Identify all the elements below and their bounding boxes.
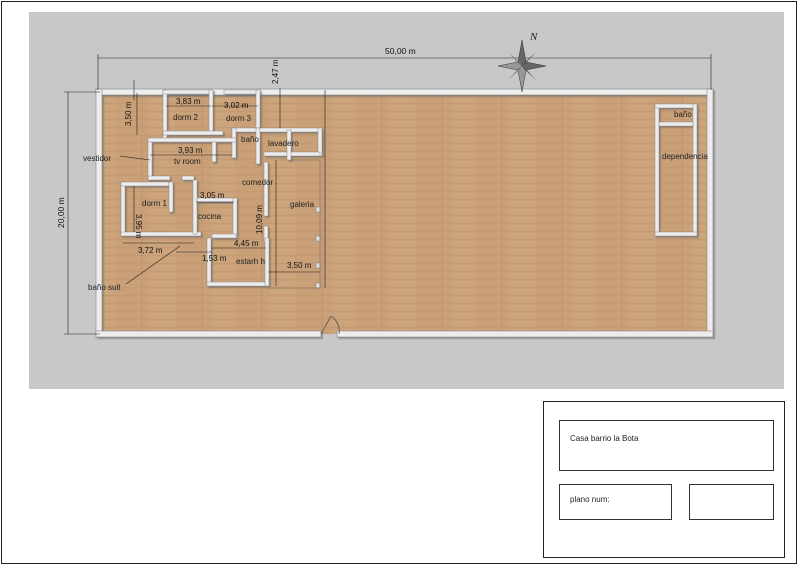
dim-393: 3,93 m (178, 146, 203, 155)
room-comedor: comedor (242, 178, 273, 187)
dim-1009: 10,09 m (255, 205, 264, 234)
title-block: Casa barrio la Bota plano num: (543, 401, 785, 558)
north-label: N (529, 31, 538, 43)
dim-445: 4,45 m (234, 239, 259, 248)
dim-383: 3,83 m (176, 97, 201, 106)
plano-num-label: plano num: (570, 495, 610, 504)
room-dorm-2: dorm 2 (173, 113, 198, 122)
room-dependencia: dependencia (662, 152, 708, 161)
room-estar: estarh h (236, 257, 265, 266)
room-cocina: cocina (198, 212, 222, 221)
room-bano: baño (241, 135, 259, 144)
room-bano-dependencia: baño (674, 110, 692, 119)
blank-box (689, 484, 774, 520)
dim-247: 2,47 m (271, 59, 280, 84)
room-bano-suit: baño suit (88, 283, 121, 292)
room-dorm-1: dorm 1 (142, 199, 167, 208)
project-title: Casa barrio la Bota (570, 434, 639, 443)
dim-350-horizontal: 3,50 m (287, 261, 312, 270)
dim-302: 3,02 m (224, 101, 249, 110)
dim-153: 1,53 m (202, 254, 227, 263)
dim-395: 3,95 m (134, 214, 143, 239)
dim-350-vertical: 3,50 m (124, 101, 133, 126)
room-tv-room: tv room (174, 157, 201, 166)
title-box: Casa barrio la Bota (559, 420, 774, 471)
plano-num-box: plano num: (559, 484, 672, 520)
room-dorm-3: dorm 3 (226, 114, 251, 123)
room-vestidor: vestidor (83, 154, 111, 163)
dim-305: 3,05 m (200, 191, 225, 200)
room-galeria: galeria (290, 200, 315, 209)
dim-372: 3,72 m (138, 246, 163, 255)
dim-overall-width: 50,00 m (385, 46, 416, 56)
room-lavadero: lavadero (268, 139, 299, 148)
lot-floor (100, 92, 709, 334)
dim-overall-depth: 20,00 m (56, 197, 66, 228)
